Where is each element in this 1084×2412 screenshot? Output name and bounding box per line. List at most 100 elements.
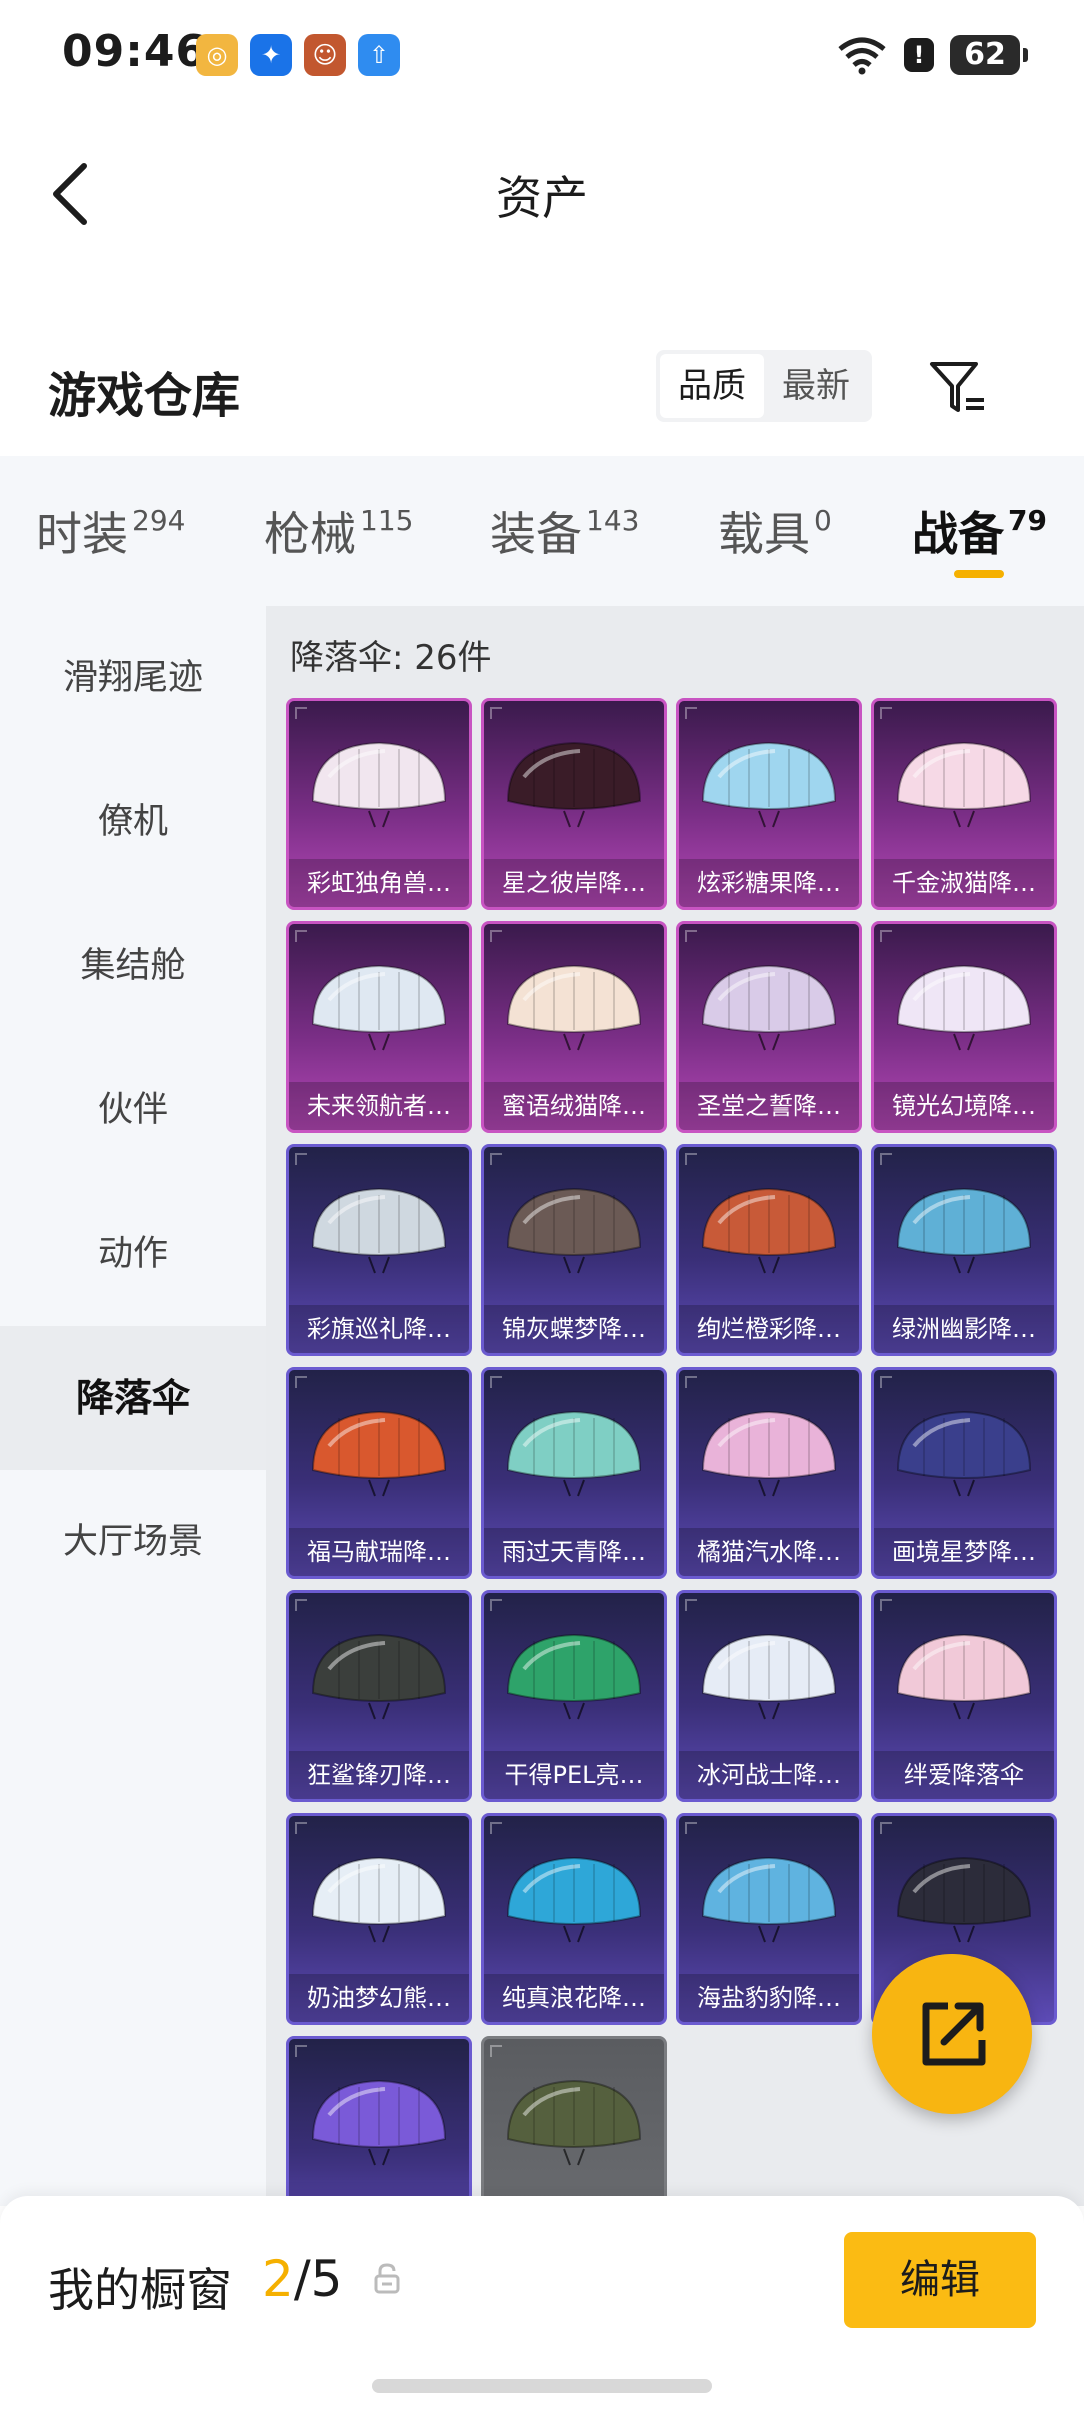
parachute-icon: [311, 1633, 447, 1720]
game-avatar-app-icon: ☺: [304, 34, 346, 76]
target-app-icon: ◎: [196, 34, 238, 76]
tab-count: 143: [586, 504, 640, 537]
parachute-icon: [896, 1187, 1032, 1274]
parachute-card[interactable]: 彩旗巡礼降…: [286, 1144, 472, 1356]
parachute-name: 奶油梦幻熊…: [289, 1974, 469, 2022]
sidebar-item-emote[interactable]: 动作: [0, 1182, 266, 1326]
parachute-name: 雨过天青降…: [484, 1528, 664, 1576]
parachute-card[interactable]: 海盐豹豹降…: [676, 1813, 862, 2025]
parachute-card[interactable]: 画境星梦降…: [871, 1367, 1057, 1579]
parachute-name: 彩虹独角兽…: [289, 859, 469, 907]
sidebar-item-companion[interactable]: 伙伴: [0, 1038, 266, 1182]
parachute-card[interactable]: 奶油梦幻熊…: [286, 1813, 472, 2025]
parachute-icon: [311, 2079, 447, 2166]
sidebar-item-lobby-scene[interactable]: 大厅场景: [0, 1470, 266, 1614]
tab-firearms[interactable]: 枪械 115: [264, 498, 413, 564]
active-tab-indicator: [954, 570, 1004, 578]
tab-supplies[interactable]: 战备 79: [912, 498, 1047, 564]
lightbulb-app-icon: ✦: [250, 34, 292, 76]
parachute-name: 彩旗巡礼降…: [289, 1305, 469, 1353]
parachute-name: 未来领航者…: [289, 1082, 469, 1130]
parachute-name: 圣堂之誓降…: [679, 1082, 859, 1130]
tab-label: 时装: [36, 507, 128, 561]
parachute-icon: [311, 1410, 447, 1497]
parachute-card[interactable]: 冰河战士降…: [676, 1590, 862, 1802]
parachute-name: 冰河战士降…: [679, 1751, 859, 1799]
filter-icon[interactable]: [926, 356, 990, 420]
parachute-name: 干得PEL亮…: [484, 1751, 664, 1799]
parachute-name: 千金淑猫降…: [874, 859, 1054, 907]
tab-label: 载具: [718, 507, 810, 561]
parachute-icon: [701, 1633, 837, 1720]
parachute-icon: [896, 1856, 1032, 1943]
parachute-icon: [701, 741, 837, 828]
tab-fashion[interactable]: 时装 294: [36, 498, 185, 564]
tab-count: 294: [132, 504, 186, 537]
sort-newest-button[interactable]: 最新: [764, 354, 868, 418]
parachute-card[interactable]: 星之彼岸降…: [481, 698, 667, 910]
tab-count: 79: [1008, 504, 1047, 537]
parachute-icon: [896, 1633, 1032, 1720]
parachute-name: 锦灰蝶梦降…: [484, 1305, 664, 1353]
parachute-card[interactable]: 镜光幻境降…: [871, 921, 1057, 1133]
sidebar-item-rally-pod[interactable]: 集结舱: [0, 894, 266, 1038]
alert-icon: !: [904, 38, 934, 72]
edit-button[interactable]: 编辑: [844, 2232, 1036, 2328]
parachute-card[interactable]: 圣堂之誓降…: [676, 921, 862, 1133]
parachute-name: 纯真浪花降…: [484, 1974, 664, 2022]
parachute-card[interactable]: 绊爱降落伞: [871, 1590, 1057, 1802]
parachute-icon: [506, 1410, 642, 1497]
parachute-icon: [311, 1187, 447, 1274]
sidebar-item-glide-trail[interactable]: 滑翔尾迹: [0, 606, 266, 750]
parachute-card[interactable]: 绿洲幽影降…: [871, 1144, 1057, 1356]
tab-label: 枪械: [264, 507, 356, 561]
parachute-icon: [701, 1187, 837, 1274]
parachute-name: 橘猫汽水降…: [679, 1528, 859, 1576]
parachute-card[interactable]: 绚烂橙彩降…: [676, 1144, 862, 1356]
parachute-icon: [506, 1187, 642, 1274]
tab-count: 115: [360, 504, 414, 537]
home-indicator[interactable]: [372, 2379, 712, 2393]
parachute-icon: [506, 964, 642, 1051]
parachute-card[interactable]: 炫彩糖果降…: [676, 698, 862, 910]
parachute-card[interactable]: 彩虹独角兽…: [286, 698, 472, 910]
tab-label: 装备: [490, 507, 582, 561]
parachute-name: 绊爱降落伞: [874, 1751, 1054, 1799]
parachute-name: 蜜语绒猫降…: [484, 1082, 664, 1130]
showcase-current: 2: [262, 2250, 294, 2308]
parachute-icon: [311, 741, 447, 828]
parachute-icon: [506, 741, 642, 828]
parachute-card[interactable]: 锦灰蝶梦降…: [481, 1144, 667, 1356]
parachute-icon: [311, 1856, 447, 1943]
parachute-name: 绿洲幽影降…: [874, 1305, 1054, 1353]
parachute-card[interactable]: 干得PEL亮…: [481, 1590, 667, 1802]
parachute-icon: [506, 1856, 642, 1943]
parachute-name: 炫彩糖果降…: [679, 859, 859, 907]
tab-vehicles[interactable]: 载具 0: [718, 498, 832, 564]
parachute-card[interactable]: 蜜语绒猫降…: [481, 921, 667, 1133]
upload-app-icon: ⇧: [358, 34, 400, 76]
status-time: 09:46: [62, 26, 208, 77]
parachute-icon: [896, 1410, 1032, 1497]
parachute-card[interactable]: 雨过天青降…: [481, 1367, 667, 1579]
sort-toggle: 品质 最新: [656, 350, 872, 422]
parachute-name: 绚烂橙彩降…: [679, 1305, 859, 1353]
tab-equipment[interactable]: 装备 143: [490, 498, 639, 564]
parachute-icon: [506, 2079, 642, 2166]
showcase-label: 我的橱窗: [48, 2263, 232, 2317]
page-title: 资产: [496, 171, 588, 225]
parachute-card[interactable]: 未来领航者…: [286, 921, 472, 1133]
parachute-card[interactable]: 千金淑猫降…: [871, 698, 1057, 910]
parachute-card[interactable]: 狂鲨锋刃降…: [286, 1590, 472, 1802]
status-indicators: ! 62: [836, 32, 1028, 78]
share-button[interactable]: [872, 1954, 1032, 2114]
sidebar: 滑翔尾迹 僚机 集结舱 伙伴 动作 降落伞 大厅场景: [0, 606, 266, 2206]
parachute-card[interactable]: 福马献瑞降…: [286, 1367, 472, 1579]
sort-quality-button[interactable]: 品质: [660, 354, 764, 418]
sidebar-item-parachute[interactable]: 降落伞: [0, 1326, 266, 1470]
tab-count: 0: [814, 504, 832, 537]
sidebar-item-wingman[interactable]: 僚机: [0, 750, 266, 894]
parachute-card[interactable]: 纯真浪花降…: [481, 1813, 667, 2025]
parachute-card[interactable]: 橘猫汽水降…: [676, 1367, 862, 1579]
parachute-name: 福马献瑞降…: [289, 1528, 469, 1576]
